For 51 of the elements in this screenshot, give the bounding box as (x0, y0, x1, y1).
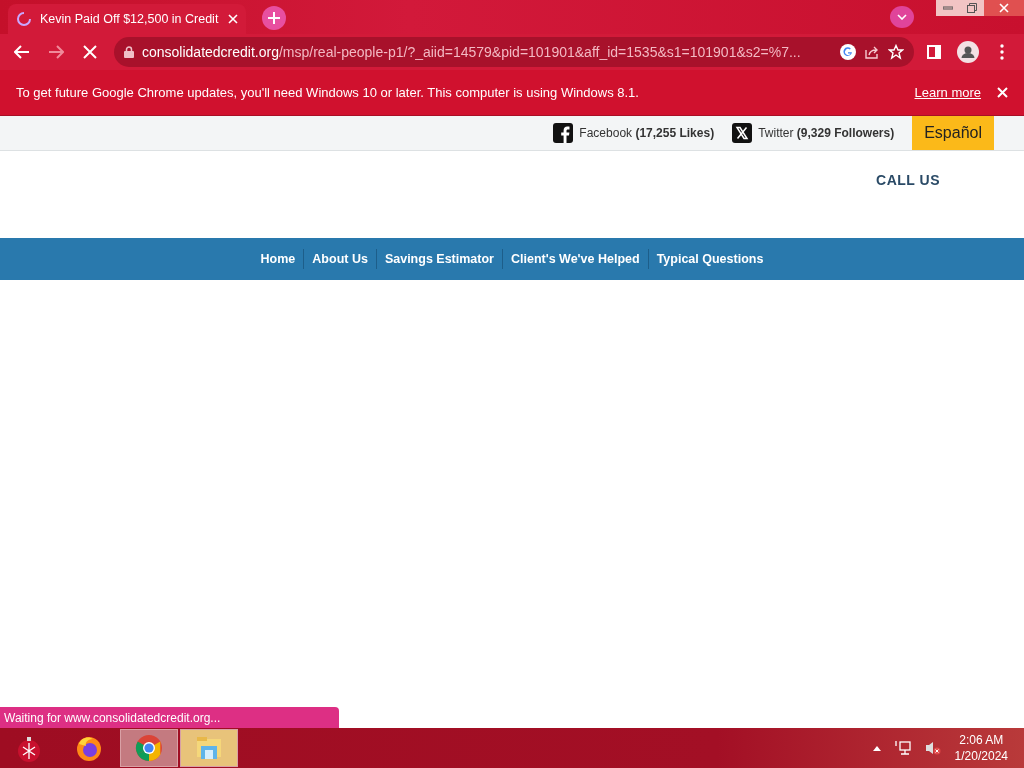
learn-more-link[interactable]: Learn more (914, 85, 981, 100)
nav-link[interactable]: Client's We've Helped (501, 249, 648, 269)
nav-link[interactable]: Savings Estimator (375, 249, 502, 269)
speaker-muted-icon[interactable] (924, 740, 941, 756)
star-icon[interactable] (888, 44, 904, 60)
avatar-icon (957, 41, 979, 63)
restore-icon (967, 3, 977, 13)
chevron-down-icon (897, 14, 907, 20)
firefox-icon (75, 734, 103, 762)
url-text: consolidatedcredit.org/msp/real-people-p1/?_aiid=14579&pid=101901&aff_id=1535&s1=101901&s2=%7... (142, 44, 802, 60)
ornament-icon (15, 734, 43, 762)
close-infobar-button[interactable] (997, 87, 1008, 98)
close-window-button[interactable] (984, 0, 1024, 16)
google-g-icon[interactable] (840, 44, 856, 60)
close-icon[interactable] (228, 14, 238, 24)
close-icon (997, 87, 1008, 98)
close-icon (999, 3, 1009, 13)
call-us-link[interactable]: CALL US (876, 172, 940, 238)
social-link[interactable]: Twitter (9,329 Followers) (758, 126, 895, 140)
language-button[interactable]: Español (912, 116, 994, 150)
social-link[interactable]: Facebook (17,255 Likes) (579, 126, 715, 140)
share-icon[interactable] (864, 44, 880, 60)
back-arrow-icon (14, 45, 30, 59)
tab-search-button[interactable] (890, 6, 914, 28)
clock-date[interactable]: 1/20/2024 (954, 748, 1008, 764)
x-logo-icon[interactable] (732, 123, 753, 143)
minimize-icon (943, 6, 953, 10)
restore-button[interactable] (960, 0, 984, 16)
infobar-message: To get future Google Chrome updates, you'll need Windows 10 or later. This computer is using Windows 8.1. (16, 85, 640, 100)
nav-link[interactable]: About Us (303, 249, 376, 269)
taskbar-app[interactable] (120, 729, 178, 767)
close-icon (83, 45, 97, 59)
loading-spinner-icon (16, 11, 32, 27)
forward-arrow-icon (48, 45, 64, 59)
browser-tab[interactable]: Kevin Paid Off $12,500 in Credit (8, 4, 246, 34)
nav-link[interactable]: Home (252, 249, 304, 269)
side-panel-icon (927, 45, 941, 59)
chrome-icon (135, 734, 163, 762)
menu-dots-icon (1000, 44, 1004, 60)
profile-button[interactable] (954, 38, 982, 66)
address-bar[interactable]: consolidatedcredit.org/msp/real-people-p1/?_aiid=14579&pid=101901&aff_id=1535&s1=101901&s2=%7... (114, 37, 914, 67)
new-tab-button[interactable] (262, 6, 286, 30)
status-bubble: Waiting for www.consolidatedcredit.org... (0, 707, 339, 728)
chevron-up-icon[interactable] (872, 745, 881, 751)
folder-icon (195, 734, 223, 762)
facebook-icon[interactable] (553, 123, 574, 143)
clock-time[interactable]: 2:06 AM (954, 732, 1008, 748)
plus-icon (268, 12, 280, 24)
lock-icon (124, 46, 134, 58)
network-icon[interactable] (894, 740, 911, 756)
nav-link[interactable]: Typical Questions (647, 249, 772, 269)
